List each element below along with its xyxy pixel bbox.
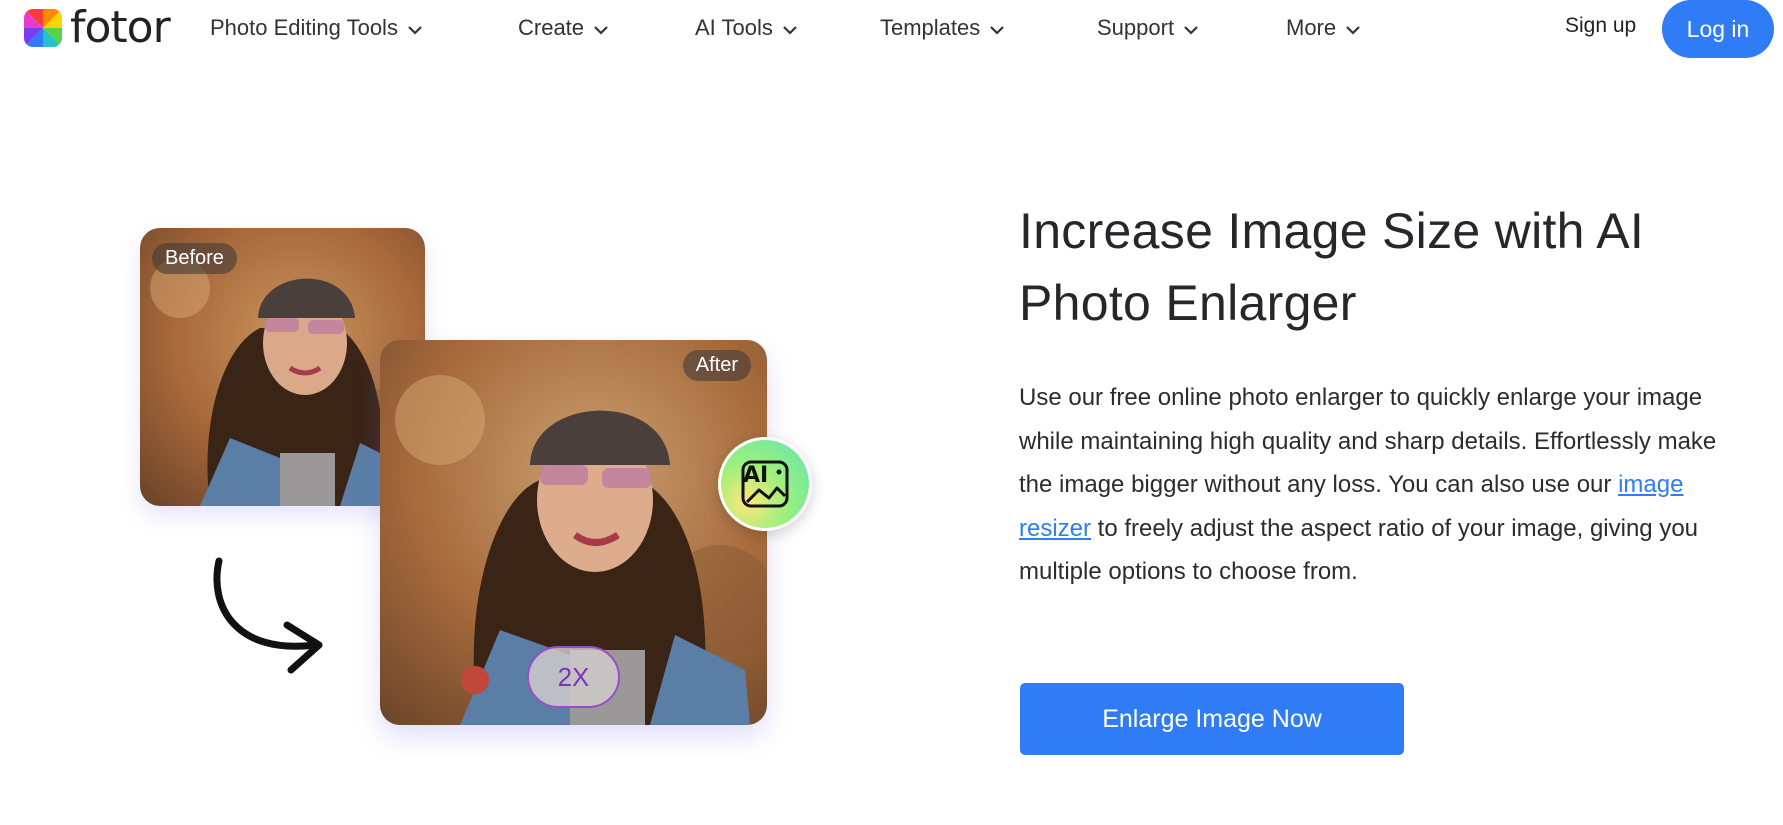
chevron-down-icon: [1346, 15, 1360, 41]
nav-label: AI Tools: [695, 15, 773, 40]
zoom-2x-badge: 2X: [527, 646, 620, 708]
nav-more[interactable]: More: [1286, 12, 1360, 44]
chevron-down-icon: [783, 15, 797, 41]
fotor-logo[interactable]: fotor: [24, 2, 171, 53]
nav-label: Photo Editing Tools: [210, 15, 398, 40]
fotor-logo-icon: [24, 9, 62, 47]
top-nav-bar: fotor Photo Editing Tools Create AI Tool…: [0, 0, 1783, 58]
ai-image-icon: AI: [718, 437, 812, 531]
nav-label: More: [1286, 15, 1337, 40]
nav-photo-editing-tools[interactable]: Photo Editing Tools: [210, 12, 422, 44]
chevron-down-icon: [990, 15, 1005, 41]
log-in-button[interactable]: Log in: [1662, 0, 1774, 58]
nav-label: Support: [1097, 15, 1175, 40]
description-text: Use our free online photo enlarger to qu…: [1019, 384, 1717, 498]
logo-wordmark: fotor: [70, 2, 171, 53]
nav-support[interactable]: Support: [1097, 12, 1198, 44]
nav-create[interactable]: Create: [518, 12, 608, 44]
page-title: Increase Image Size with AI Photo Enlarg…: [1019, 203, 1645, 331]
description-text: to freely adjust the aspect ratio of you…: [1019, 514, 1699, 586]
after-label: After: [682, 350, 751, 381]
hero-description: Use our free online photo enlarger to qu…: [1019, 376, 1749, 594]
nav-templates[interactable]: Templates: [880, 12, 1005, 44]
svg-text:AI: AI: [743, 463, 768, 488]
chevron-down-icon: [1184, 15, 1198, 41]
before-label: Before: [152, 243, 237, 274]
nav-ai-tools[interactable]: AI Tools: [695, 12, 797, 44]
nav-label: Templates: [880, 15, 981, 40]
sign-up-link[interactable]: Sign up: [1565, 14, 1636, 38]
chevron-down-icon: [408, 15, 422, 41]
chevron-down-icon: [594, 15, 608, 41]
enlarge-image-now-button[interactable]: Enlarge Image Now: [1020, 683, 1404, 755]
nav-label: Create: [518, 15, 585, 40]
curved-arrow-icon: [205, 555, 335, 675]
